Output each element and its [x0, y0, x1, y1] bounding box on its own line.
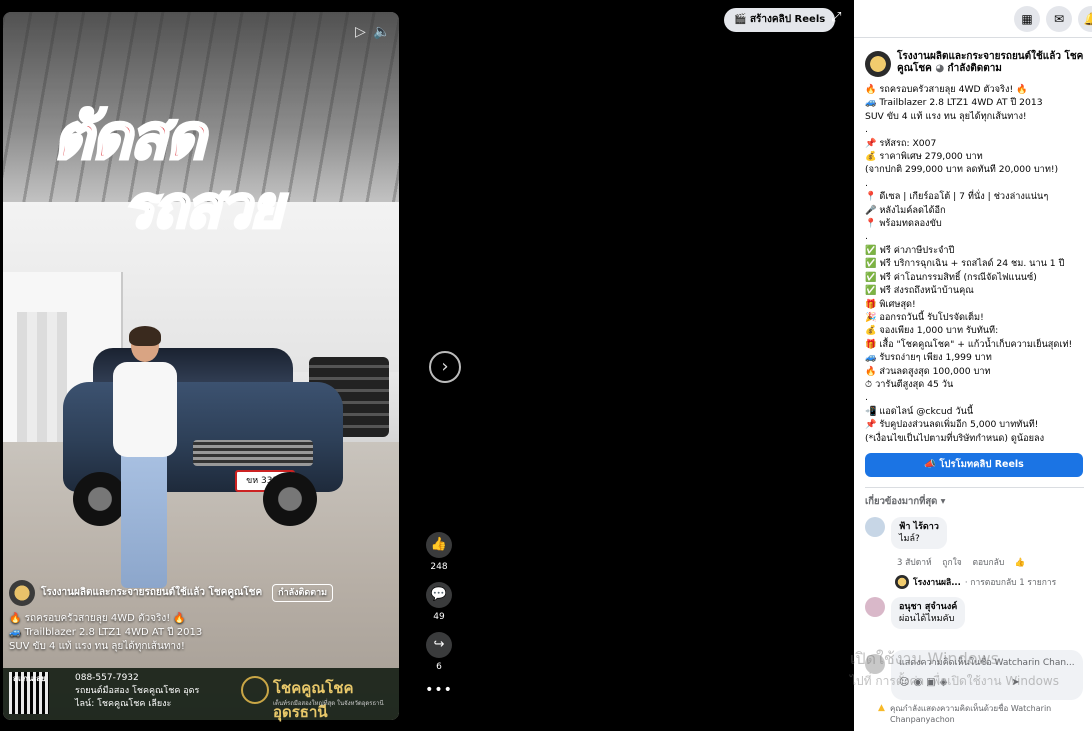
boost-label: โปรโมทคลิป Reels	[939, 458, 1024, 470]
more-options-icon[interactable]: •••	[424, 682, 454, 698]
comment-meta: 3 สัปดาห์ ถูกใจ ตอบกลับ 👍	[897, 555, 1084, 569]
banner-scan: สแกนเลย	[13, 674, 46, 683]
comment-icon[interactable]: 💬	[426, 582, 452, 608]
reply-author: โรงงานผลิ...	[913, 577, 961, 588]
like-icon[interactable]: 👍	[426, 532, 452, 558]
play-icon[interactable]: ▷	[355, 24, 366, 40]
like-count: 248	[430, 562, 448, 572]
comment-text: ไมล์?	[899, 533, 920, 544]
caption-line-3: SUV ขับ 4 แท้ แรง ทน ลุยได้ทุกเส้นทาง!	[9, 641, 185, 652]
top-bar: ▦ ✉ 🔔	[854, 0, 1092, 38]
user-avatar	[865, 654, 885, 674]
comment-sort-dropdown[interactable]: เกี่ยวข้องมากที่สุด ▾	[865, 494, 1084, 509]
comment-composer: แสดงความคิดเห็นในชื่อ Watcharin Chan... …	[865, 650, 1083, 700]
create-reel-label: สร้างคลิป Reels	[749, 14, 826, 25]
share-icon[interactable]: ↪	[426, 632, 452, 658]
caption-line-2: 🚙 Trailblazer 2.8 LTZ1 4WD AT ปี 2013	[9, 627, 203, 638]
menu-grid-icon[interactable]: ▦	[1014, 6, 1040, 32]
sticker-icon[interactable]: ◈	[940, 677, 952, 688]
follow-button[interactable]: กำลังติดตาม	[272, 584, 334, 602]
emoji-icon[interactable]: ☺	[899, 677, 913, 688]
reply-count: · การตอบกลับ 1 รายการ	[964, 577, 1057, 588]
promo-line-1: ตัดสด	[52, 100, 208, 173]
commenter-name[interactable]: อนุชา สุจำนงค์	[899, 601, 957, 613]
camera-icon[interactable]: ◉	[913, 677, 926, 688]
comment-placeholder: แสดงความคิดเห็นในชื่อ Watcharin Chan...	[899, 658, 1075, 668]
banner-fb: รถยนต์มือสอง โชคคูณโชค อุดร	[75, 686, 200, 696]
owner-avatar[interactable]	[9, 580, 35, 606]
owner-name[interactable]: โรงงานผลิตและกระจายรถยนต์ใช้แล้ว โชคคูณโ…	[41, 586, 262, 600]
caption-line-1: 🔥 รถครอบครัวสายลุย 4WD ตัวจริง! 🔥	[9, 613, 186, 624]
following-link[interactable]: กำลังติดตาม	[948, 63, 1002, 74]
like-reaction-icon: 👍	[1014, 557, 1026, 568]
identity-notice-text: คุณกำลังแสดงความคิดเห็นด้วยชื่อ Watchari…	[890, 704, 1052, 724]
comment-like-link[interactable]: ถูกใจ	[942, 558, 961, 568]
post-text: 🔥 รถครอบครัวสายลุย 4WD ตัวจริง! 🔥 🚙 Trai…	[865, 84, 1073, 444]
suv-car: ขห 3310	[63, 342, 343, 526]
dealer-logo-icon	[241, 676, 269, 704]
gif-icon[interactable]: ▣	[926, 677, 939, 688]
volume-icon[interactable]: 🔈	[373, 24, 390, 40]
composer-tools: ☺◉▣◈ ➤	[899, 677, 1075, 688]
messenger-icon[interactable]: ✉	[1046, 6, 1072, 32]
next-reel-button[interactable]: ›	[429, 351, 461, 383]
action-rail: 👍 248 💬 49 ↪ 6 •••	[424, 532, 454, 698]
video-caption: โรงงานผลิตและกระจายรถยนต์ใช้แล้ว โชคคูณโ…	[9, 580, 393, 654]
identity-notice: ▲ คุณกำลังแสดงความคิดเห็นด้วยชื่อ Watcha…	[878, 703, 1086, 725]
comment-item: ฟ้า ไร้ดาว ไมล์?	[865, 516, 1084, 549]
boost-reel-button[interactable]: 📣 โปรโมทคลิป Reels	[865, 452, 1083, 477]
commenter-avatar[interactable]	[865, 516, 885, 537]
promo-title: ตัดสด รถสวย	[43, 100, 373, 262]
create-reel-button[interactable]: 🎬 สร้างคลิป Reels	[724, 8, 836, 32]
replies-summary[interactable]: โรงงานผลิ... · การตอบกลับ 1 รายการ	[895, 574, 1084, 589]
warehouse-door	[17, 312, 67, 442]
video-stage: ขห 3310 ตัดสด รถสวย ▷ 🔈 โรงงานผลิตและกระ…	[0, 0, 854, 731]
reply-avatar	[895, 574, 909, 589]
warning-icon: ▲	[878, 703, 885, 713]
promo-line-2: รถสวย	[121, 172, 284, 243]
dealer-logo-sub: เต็นท์รถมือสองใหญ่ที่สุด ในจังหวัดอุดรธา…	[273, 700, 384, 707]
expand-icon[interactable]: ⤢	[831, 10, 841, 25]
send-icon[interactable]: ➤	[1011, 677, 1023, 688]
presenter	[109, 326, 179, 600]
commenter-name[interactable]: ฟ้า ไร้ดาว	[899, 521, 939, 533]
comment-text: ผ่อนได้ไหมคับ	[899, 613, 955, 624]
page-avatar[interactable]	[865, 51, 891, 77]
details-panel: ▦ ✉ 🔔 โรงงานผลิตและกระจายรถยนต์ใช้แล้ว โ…	[854, 0, 1092, 731]
comment-time[interactable]: 3 สัปดาห์	[897, 558, 932, 568]
post-scroll-area[interactable]: โรงงานผลิตและกระจายรถยนต์ใช้แล้ว โชคคูณโ…	[854, 39, 1092, 649]
commenter-avatar[interactable]	[865, 596, 885, 617]
notifications-icon[interactable]: 🔔	[1078, 6, 1092, 32]
share-count: 6	[436, 662, 442, 672]
divider	[865, 486, 1084, 488]
comment-item: อนุชา สุจำนงค์ ผ่อนได้ไหมคับ	[865, 596, 1084, 629]
reels-viewer: ขห 3310 ตัดสด รถสวย ▷ 🔈 โรงงานผลิตและกระ…	[0, 0, 1092, 731]
comment-reply-link[interactable]: ตอบกลับ	[972, 558, 1004, 568]
post-header: โรงงานผลิตและกระจายรถยนต์ใช้แล้ว โชคคูณโ…	[865, 51, 1084, 77]
banner-phone: 088-557-7932	[75, 673, 139, 683]
comment-input[interactable]: แสดงความคิดเห็นในชื่อ Watcharin Chan... …	[891, 650, 1083, 700]
comment-count: 49	[433, 612, 445, 622]
banner-line: ไลน์: โชคคูณโชค เลียงะ	[75, 699, 172, 709]
video-banner: สแกนเลย 088-557-7932 รถยนต์มือสอง โชคคูณ…	[3, 668, 399, 721]
